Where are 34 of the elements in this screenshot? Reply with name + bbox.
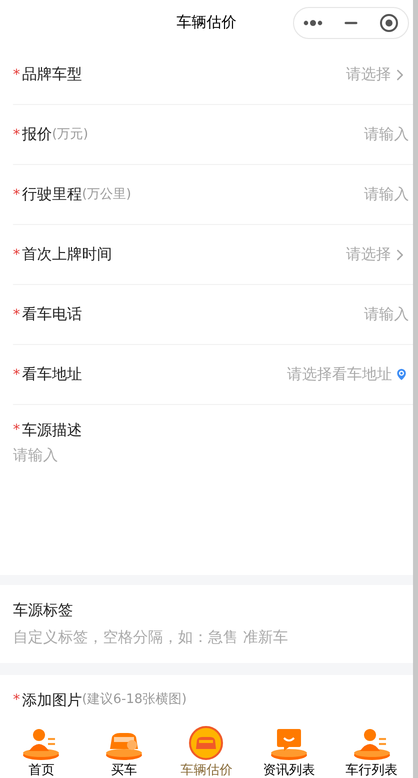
field-label: 车源描述 (22, 420, 82, 441)
required-mark: * (13, 306, 20, 324)
tags-field[interactable]: 自定义标签，空格分隔，如：急售 准新车 (13, 626, 400, 648)
required-mark: * (13, 186, 20, 204)
required-mark: * (13, 126, 20, 144)
field-label: 看车地址 (22, 364, 82, 386)
input-field[interactable]: 请输入 (259, 123, 409, 146)
unit-hint: (万元) (52, 126, 88, 144)
more-icon[interactable] (303, 20, 324, 26)
tab-bar-item[interactable]: 首页 (0, 725, 83, 778)
required-mark: * (13, 66, 20, 84)
photo-hint: (建议6-18张横图) (82, 691, 187, 710)
input-field[interactable]: 请输入 (259, 303, 409, 326)
tab-bar-item[interactable]: 资讯列表 (248, 725, 330, 778)
field-label: 首次上牌时间 (22, 244, 112, 266)
required-mark: * (13, 421, 20, 440)
page-title: 车辆估价 (176, 12, 236, 34)
required-mark: * (13, 691, 20, 710)
description-field[interactable]: 请输入 (13, 444, 400, 554)
input-field[interactable]: 请输入 (259, 183, 409, 206)
required-mark: * (13, 246, 20, 264)
field-label: 行驶里程 (22, 184, 82, 206)
tab-bar-item[interactable]: 车行列表 (330, 725, 413, 778)
tab-bar-item[interactable]: 买车 (82, 725, 166, 778)
field-label: 看车电话 (22, 304, 82, 326)
unit-hint: (万公里) (82, 186, 132, 204)
close-icon[interactable] (378, 13, 399, 33)
field-label: 品牌车型 (22, 64, 82, 86)
field-label: 添加图片 (22, 690, 82, 711)
tab-bar-item[interactable]: 车辆估价 (165, 725, 248, 778)
required-mark: * (13, 366, 20, 384)
field-label: 车源标签 (13, 600, 74, 621)
field-label: 报价 (22, 124, 52, 146)
location-pin-icon (394, 367, 409, 382)
